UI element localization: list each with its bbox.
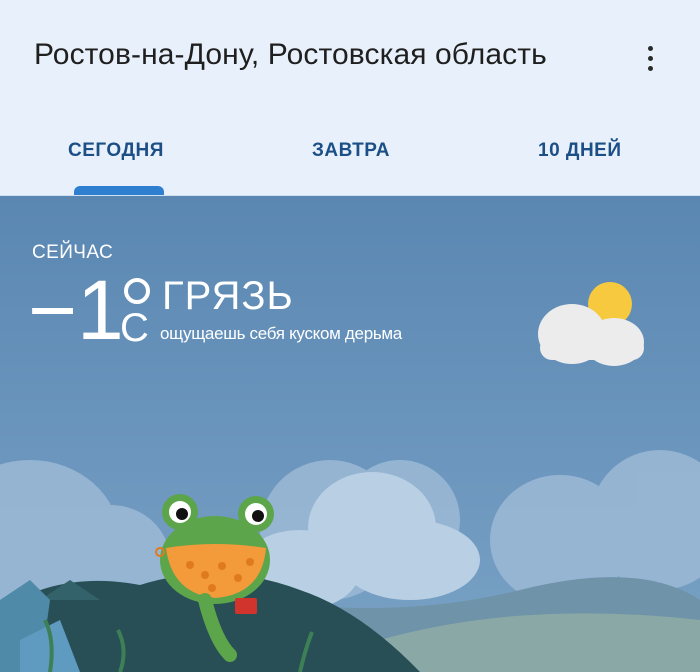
temperature-unit[interactable]: C <box>120 276 156 356</box>
location-title[interactable]: Ростов-на-Дону, Ростовская область <box>34 38 547 72</box>
degree-symbol <box>124 278 150 304</box>
tab-10-days[interactable]: 10 ДНЕЙ <box>538 140 622 162</box>
partly-cloudy-icon <box>538 282 644 366</box>
temperature-value: −1 <box>28 263 124 357</box>
now-label: СЕЙЧАС <box>32 242 114 263</box>
feels-like-text: ощущаешь себя куском дерьма <box>160 324 402 343</box>
tab-today[interactable]: СЕГОДНЯ <box>68 140 164 162</box>
tab-tomorrow[interactable]: ЗАВТРА <box>312 140 390 162</box>
condition-text: ГРЯЗЬ <box>162 274 294 318</box>
more-vert-icon[interactable] <box>636 40 664 76</box>
app-header: Ростов-на-Дону, Ростовская область СЕГОД… <box>0 0 700 196</box>
unit-label: C <box>120 306 149 350</box>
